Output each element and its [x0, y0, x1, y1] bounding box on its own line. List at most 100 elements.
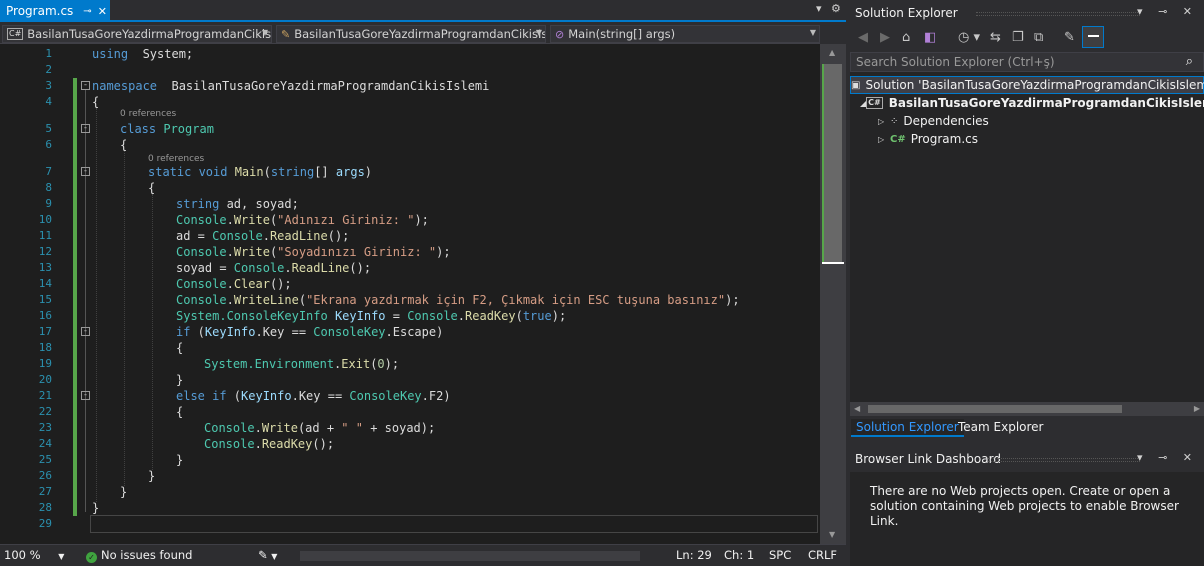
code-line[interactable]: 19 System.Environment.Exit(0); [0, 356, 820, 372]
code-line[interactable]: 25} [0, 452, 820, 468]
cleanup-icon[interactable]: ✎ ▼ [258, 548, 277, 562]
whitespace-indicator[interactable]: SPC [769, 548, 791, 562]
code-lens-references[interactable]: 0 references [120, 109, 176, 121]
line-number: 27 [38, 485, 52, 498]
forward-icon[interactable]: ▶ [880, 30, 890, 45]
collapse-toggle-icon[interactable]: - [81, 124, 90, 133]
collapse-toggle-icon[interactable]: - [81, 81, 90, 90]
code-text: else if (KeyInfo.Key == ConsoleKey.F2) [176, 389, 451, 403]
code-line[interactable]: 23 Console.Write(ad + " " + soyad); [0, 420, 820, 436]
pin-icon[interactable]: ⊸ [83, 6, 91, 17]
code-line[interactable]: 10 Console.Write("Adınızı Giriniz: "); [0, 212, 820, 228]
scrollbar-thumb[interactable] [824, 64, 842, 264]
collapse-toggle-icon[interactable]: - [81, 327, 90, 336]
switch-views-icon[interactable]: ◧ [924, 30, 936, 45]
project-label: BasilanTusaGoreYazdirmaProgramdanCikisIs… [888, 96, 1204, 110]
scroll-down-icon[interactable]: ▼ [829, 530, 835, 539]
editor-pane: Program.cs ⊸ ✕ ▾ ⚙ C# BasilanTusaGoreYaz… [0, 0, 846, 566]
member-dropdown[interactable]: ⊘ Main(string[] args) ▼ [550, 25, 820, 43]
line-number: 18 [38, 341, 52, 354]
sync-icon[interactable]: ⇆ [990, 30, 1001, 45]
code-line[interactable]: 21 else if (KeyInfo.Key == ConsoleKey.F2)… [0, 388, 820, 404]
line-number: 22 [38, 405, 52, 418]
scrollbar-thumb[interactable] [868, 405, 1122, 413]
search-icon[interactable]: ⌕ [1186, 54, 1193, 69]
back-icon[interactable]: ◀ [858, 30, 868, 45]
scroll-up-icon[interactable]: ▲ [829, 48, 835, 57]
code-text: { [176, 405, 184, 419]
code-text: } [176, 373, 184, 387]
line-number: 20 [38, 373, 52, 386]
navigation-bar: C# BasilanTusaGoreYazdirmaProgramdanCiki… [0, 24, 820, 44]
code-line[interactable]: 12 Console.Write("Soyadınızı Giriniz: "); [0, 244, 820, 260]
code-line[interactable]: 5 class Program - [0, 121, 820, 137]
line-ending-indicator[interactable]: CRLF [808, 548, 837, 562]
collapse-toggle-icon[interactable]: - [81, 167, 90, 176]
code-line[interactable]: 13 soyad = Console.ReadLine(); [0, 260, 820, 276]
code-text: { [176, 341, 184, 355]
pane-window-buttons[interactable]: ▾ ⊸ ✕ [1137, 451, 1198, 464]
code-line[interactable]: 3 namespace BasilanTusaGoreYazdirmaProgra… [0, 78, 820, 94]
collapsed-triangle-icon[interactable]: ▷ [878, 135, 890, 144]
code-line[interactable]: 17 if (KeyInfo.Key == ConsoleKey.Escape) - [0, 324, 820, 340]
code-editor[interactable]: 0 references 0 references 1 using System; 2 3… [0, 44, 820, 544]
chevron-down-icon: ▼ [261, 28, 268, 37]
code-line[interactable]: 22 { [0, 404, 820, 420]
collapse-all-icon[interactable]: ❐ [1012, 30, 1024, 45]
tab-list-dropdown-icon[interactable]: ▾ [816, 2, 822, 15]
line-number: 11 [38, 229, 52, 242]
solution-explorer-search-input[interactable]: Search Solution Explorer (Ctrl+ş) ⌕ [850, 52, 1204, 72]
code-line[interactable]: 7 static void Main(string[] args) - [0, 164, 820, 180]
scroll-left-icon[interactable]: ◀ [854, 404, 860, 413]
close-icon[interactable]: ✕ [98, 5, 107, 18]
type-dropdown[interactable]: ✎ BasilanTusaGoreYazdirmaProgramdanCikis… [276, 25, 546, 43]
code-line[interactable]: 26} [0, 468, 820, 484]
tree-item-project[interactable]: ◢ C# BasilanTusaGoreYazdirmaProgramdanCi… [850, 94, 1204, 112]
tree-item-dependencies[interactable]: ▷ ⁘ Dependencies [850, 112, 1204, 130]
zoom-level[interactable]: 100 % ▼ [4, 548, 64, 562]
tab-team-explorer[interactable]: Team Explorer [953, 419, 1049, 435]
solution-explorer-horizontal-scrollbar[interactable]: ◀ ▶ [850, 402, 1204, 416]
pane-window-buttons[interactable]: ▾ ⊸ ✕ [1137, 5, 1198, 18]
code-text: { [92, 95, 100, 109]
gear-icon[interactable]: ⚙ [831, 2, 841, 15]
collapsed-triangle-icon[interactable]: ▷ [878, 117, 890, 126]
code-line[interactable]: 16 System.ConsoleKeyInfo KeyInfo = Consol… [0, 308, 820, 324]
code-line[interactable]: 24 Console.ReadKey(); [0, 436, 820, 452]
code-line[interactable]: 27} [0, 484, 820, 500]
tree-item-solution[interactable]: ▣ Solution 'BasilanTusaGoreYazdirmaProgr… [850, 76, 1204, 94]
line-number: 1 [45, 47, 52, 60]
properties-wrench-icon[interactable]: ✎ [1064, 30, 1075, 45]
pending-changes-filter-icon[interactable]: ◷ ▾ [958, 30, 980, 45]
code-line[interactable]: 8{ [0, 180, 820, 196]
code-line[interactable]: 28} [0, 500, 820, 516]
chevron-down-icon: ▼ [809, 28, 816, 37]
code-line[interactable]: 11 ad = Console.ReadLine(); [0, 228, 820, 244]
project-dropdown[interactable]: C# BasilanTusaGoreYazdirmaProgramdanCiki… [2, 25, 272, 43]
tree-item-program-cs[interactable]: ▷ C# Program.cs [850, 130, 1204, 148]
tab-solution-explorer[interactable]: Solution Explorer [851, 419, 964, 437]
code-line[interactable]: 18 { [0, 340, 820, 356]
code-line[interactable]: 20} [0, 372, 820, 388]
home-icon[interactable]: ⌂ [902, 30, 910, 45]
issues-indicator[interactable]: ✓ No issues found [86, 548, 192, 563]
code-line[interactable]: 1 using System; [0, 46, 820, 62]
scroll-right-icon[interactable]: ▶ [1194, 404, 1200, 413]
code-text: Console.Write("Soyadınızı Giriniz: "); [176, 245, 451, 259]
tab-program-cs[interactable]: Program.cs ⊸ ✕ [0, 0, 110, 22]
horizontal-scrollbar[interactable] [300, 551, 640, 561]
browser-link-empty-message: There are no Web projects open. Create o… [870, 484, 1179, 528]
code-text: Console.Write("Adınızı Giriniz: "); [176, 213, 429, 227]
code-line[interactable]: 14 Console.Clear(); [0, 276, 820, 292]
current-line-highlight [90, 515, 818, 533]
collapse-toggle-icon[interactable]: - [81, 391, 90, 400]
vertical-scrollbar[interactable]: ▲ ▼ [820, 44, 846, 544]
code-line[interactable]: 2 [0, 62, 820, 78]
code-line[interactable]: 4{ [0, 94, 820, 110]
code-line[interactable]: 6{ [0, 137, 820, 153]
code-line[interactable]: 9 string ad, soyad; [0, 196, 820, 212]
code-line[interactable]: 15 Console.WriteLine("Ekrana yazdırmak iç… [0, 292, 820, 308]
preview-selected-items-icon[interactable] [1082, 26, 1104, 48]
code-text: if (KeyInfo.Key == ConsoleKey.Escape) [176, 325, 444, 339]
show-all-files-icon[interactable]: ⧉ [1034, 30, 1043, 45]
